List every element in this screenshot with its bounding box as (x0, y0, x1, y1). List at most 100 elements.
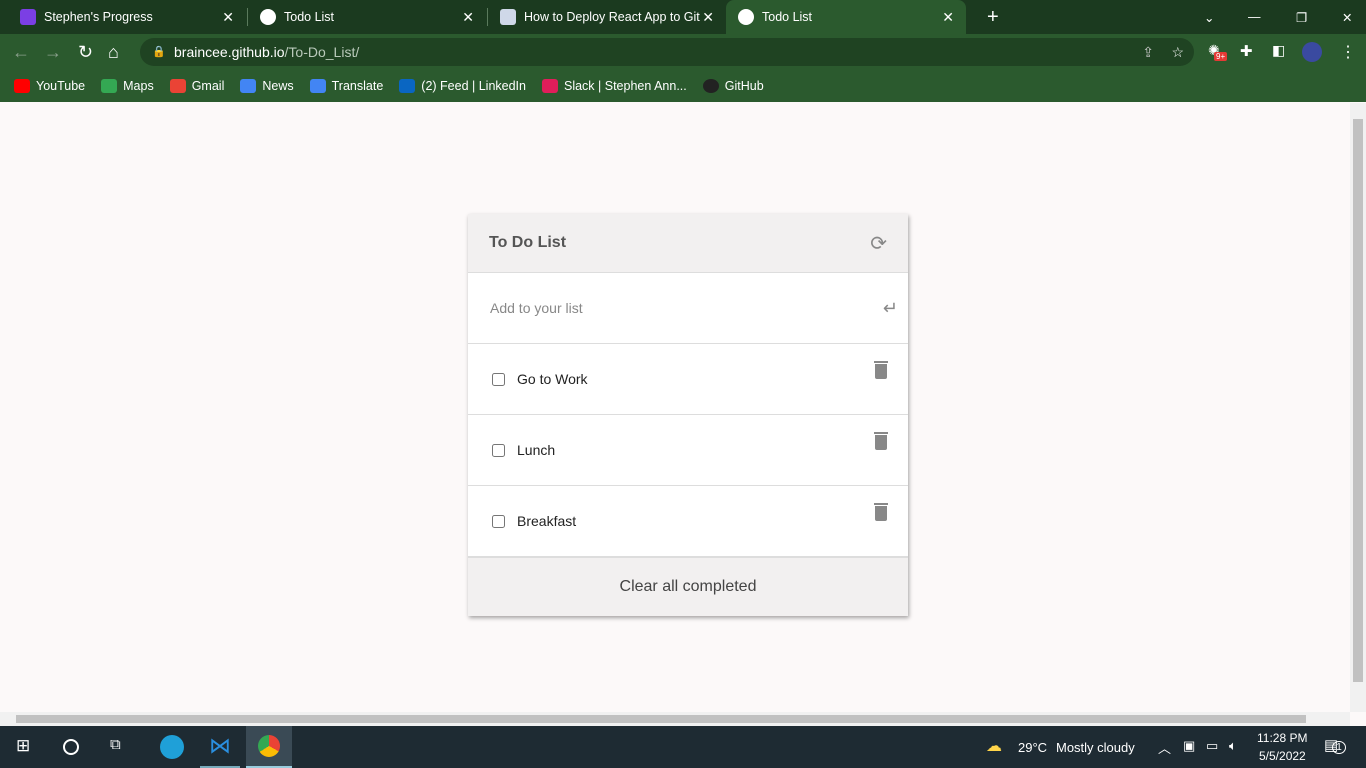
todo-label[interactable]: Go to Work (517, 371, 588, 387)
scroll-thumb[interactable] (16, 715, 1306, 723)
vscode-icon[interactable]: ⋈ (200, 726, 240, 768)
forward-icon[interactable]: → (44, 42, 62, 63)
github-icon (702, 79, 719, 94)
clock-time[interactable]: 11:28 PM (1257, 731, 1307, 745)
show-hidden-icons[interactable]: ︿ (1158, 738, 1171, 757)
tab-deploy-react[interactable]: How to Deploy React App to Gith ✕ (488, 0, 726, 34)
bookmark-label: GitHub (724, 78, 764, 93)
linkedin-icon (399, 79, 416, 94)
extensions-puzzle-icon[interactable]: ✚ (1240, 42, 1253, 60)
edge-icon[interactable] (160, 735, 184, 759)
tab-label: Todo List (762, 10, 813, 24)
bookmark-translate[interactable]: Translate (309, 78, 384, 94)
todo-item: Go to Work (468, 344, 908, 415)
address-bar[interactable]: 🔒 braincee.github.io/To-Do_List/ ⇪ ☆ (140, 38, 1194, 66)
refresh-icon[interactable]: ⟳ (870, 231, 887, 256)
todo-checkbox[interactable] (492, 443, 505, 457)
volume-icon[interactable]: 🔈︎ (1229, 738, 1237, 754)
close-tab-icon[interactable]: ✕ (702, 9, 714, 26)
weather-condition[interactable]: Mostly cloudy (1056, 740, 1135, 755)
tab-todo-list[interactable]: Todo List ✕ (248, 0, 486, 34)
trash-icon[interactable] (874, 503, 888, 521)
tab-todo-list-active[interactable]: Todo List ✕ (726, 0, 966, 34)
gmail-icon (169, 79, 186, 94)
trash-icon[interactable] (874, 361, 888, 379)
maps-icon (101, 79, 118, 94)
tab-label: Stephen's Progress (44, 10, 153, 24)
bookmark-news[interactable]: News (240, 78, 294, 94)
bookmark-youtube[interactable]: YouTube (14, 79, 85, 94)
weather-icon[interactable]: ☁ (986, 736, 1002, 756)
tab-label: How to Deploy React App to Gith (524, 10, 700, 24)
todo-card: To Do List ⟳ Add to your list ↵ Go to Wo… (468, 214, 908, 616)
task-view-icon[interactable]: ⧉ (110, 736, 121, 753)
tab-stephens-progress[interactable]: Stephen's Progress ✕ (8, 0, 246, 34)
tab-label: Todo List (284, 10, 335, 24)
bookmark-label: Slack | Stephen Ann... (563, 78, 687, 93)
restore-button[interactable]: ❐ (1284, 0, 1319, 34)
bookmark-github[interactable]: GitHub (702, 78, 764, 94)
close-tab-icon[interactable]: ✕ (462, 9, 474, 26)
extension-badge: 9+ (1214, 52, 1228, 61)
tab-search-icon[interactable]: ⌄ (1192, 0, 1226, 34)
bookmark-star-icon[interactable]: ☆ (1171, 38, 1184, 66)
home-icon[interactable]: ⌂ (108, 42, 119, 63)
bookmark-gmail[interactable]: Gmail (169, 79, 224, 94)
meet-icon[interactable]: ▣ (1183, 738, 1195, 754)
translate-icon (309, 79, 326, 94)
enter-icon[interactable]: ↵ (883, 298, 898, 319)
chrome-icon[interactable] (246, 726, 292, 768)
bookmarks-bar: YouTube Maps Gmail News Translate (2) Fe… (0, 70, 1366, 102)
bookmark-slack[interactable]: Slack | Stephen Ann... (541, 78, 687, 94)
address-path: /To-Do_List/ (284, 44, 360, 60)
todo-checkbox[interactable] (492, 372, 505, 386)
side-panel-icon[interactable]: ◧ (1272, 42, 1285, 59)
scroll-thumb[interactable] (1353, 119, 1363, 682)
notifications-icon[interactable]: ▤1 (1324, 736, 1346, 754)
bookmark-label: YouTube (36, 78, 86, 93)
bookmark-linkedin[interactable]: (2) Feed | LinkedIn (399, 79, 526, 94)
battery-icon[interactable]: ▭ (1206, 738, 1218, 754)
todo-header: To Do List ⟳ (468, 214, 908, 273)
todo-item: Breakfast (468, 486, 908, 557)
menu-icon[interactable]: ⋮ (1340, 42, 1356, 62)
share-icon[interactable]: ⇪ (1142, 38, 1154, 66)
back-icon[interactable]: ← (12, 42, 30, 63)
globe-icon (260, 9, 276, 25)
clear-completed-button[interactable]: Clear all completed (468, 557, 908, 616)
bookmark-maps[interactable]: Maps (101, 79, 154, 94)
close-tab-icon[interactable]: ✕ (222, 9, 234, 26)
todo-label[interactable]: Breakfast (517, 513, 576, 529)
search-icon[interactable] (63, 739, 79, 755)
browser-toolbar: ← → ↻ ⌂ 🔒 braincee.github.io/To-Do_List/… (0, 34, 1366, 70)
windows-start-icon[interactable]: ⊞ (16, 736, 30, 756)
notification-count: 1 (1332, 741, 1346, 754)
new-tab-button[interactable]: + (975, 0, 1011, 34)
reload-icon[interactable]: ↻ (78, 42, 93, 63)
avatar[interactable] (1302, 42, 1322, 62)
close-window-button[interactable]: ✕ (1330, 0, 1364, 34)
tab-favicon-icon (500, 9, 516, 25)
horizontal-scrollbar[interactable] (0, 712, 1350, 726)
minimize-button[interactable]: — (1236, 0, 1273, 34)
youtube-icon (14, 79, 30, 94)
close-tab-icon[interactable]: ✕ (942, 9, 954, 26)
tab-favicon-icon (20, 9, 36, 25)
add-todo-input[interactable]: Add to your list (490, 300, 583, 316)
globe-icon (738, 9, 754, 25)
extension-icon[interactable]: ✺ 9+ (1208, 42, 1228, 61)
trash-icon[interactable] (874, 432, 888, 450)
clock-date[interactable]: 5/5/2022 (1259, 749, 1306, 763)
address-host: braincee.github.io (174, 44, 285, 60)
bookmark-label: (2) Feed | LinkedIn (421, 78, 526, 93)
bookmark-label: News (262, 78, 294, 93)
lock-icon: 🔒 (152, 46, 166, 58)
todo-item: Lunch (468, 415, 908, 486)
weather-temp[interactable]: 29°C (1018, 740, 1047, 755)
bookmark-label: Translate (331, 78, 384, 93)
todo-label[interactable]: Lunch (517, 442, 555, 458)
taskbar: ⊞ ⧉ ⋈ ☁ 29°C Mostly cloudy ︿ ▣ ▭ 🔈︎ 11:2… (0, 726, 1366, 768)
news-icon (240, 79, 257, 94)
todo-checkbox[interactable] (492, 514, 505, 528)
vertical-scrollbar[interactable] (1350, 103, 1366, 712)
